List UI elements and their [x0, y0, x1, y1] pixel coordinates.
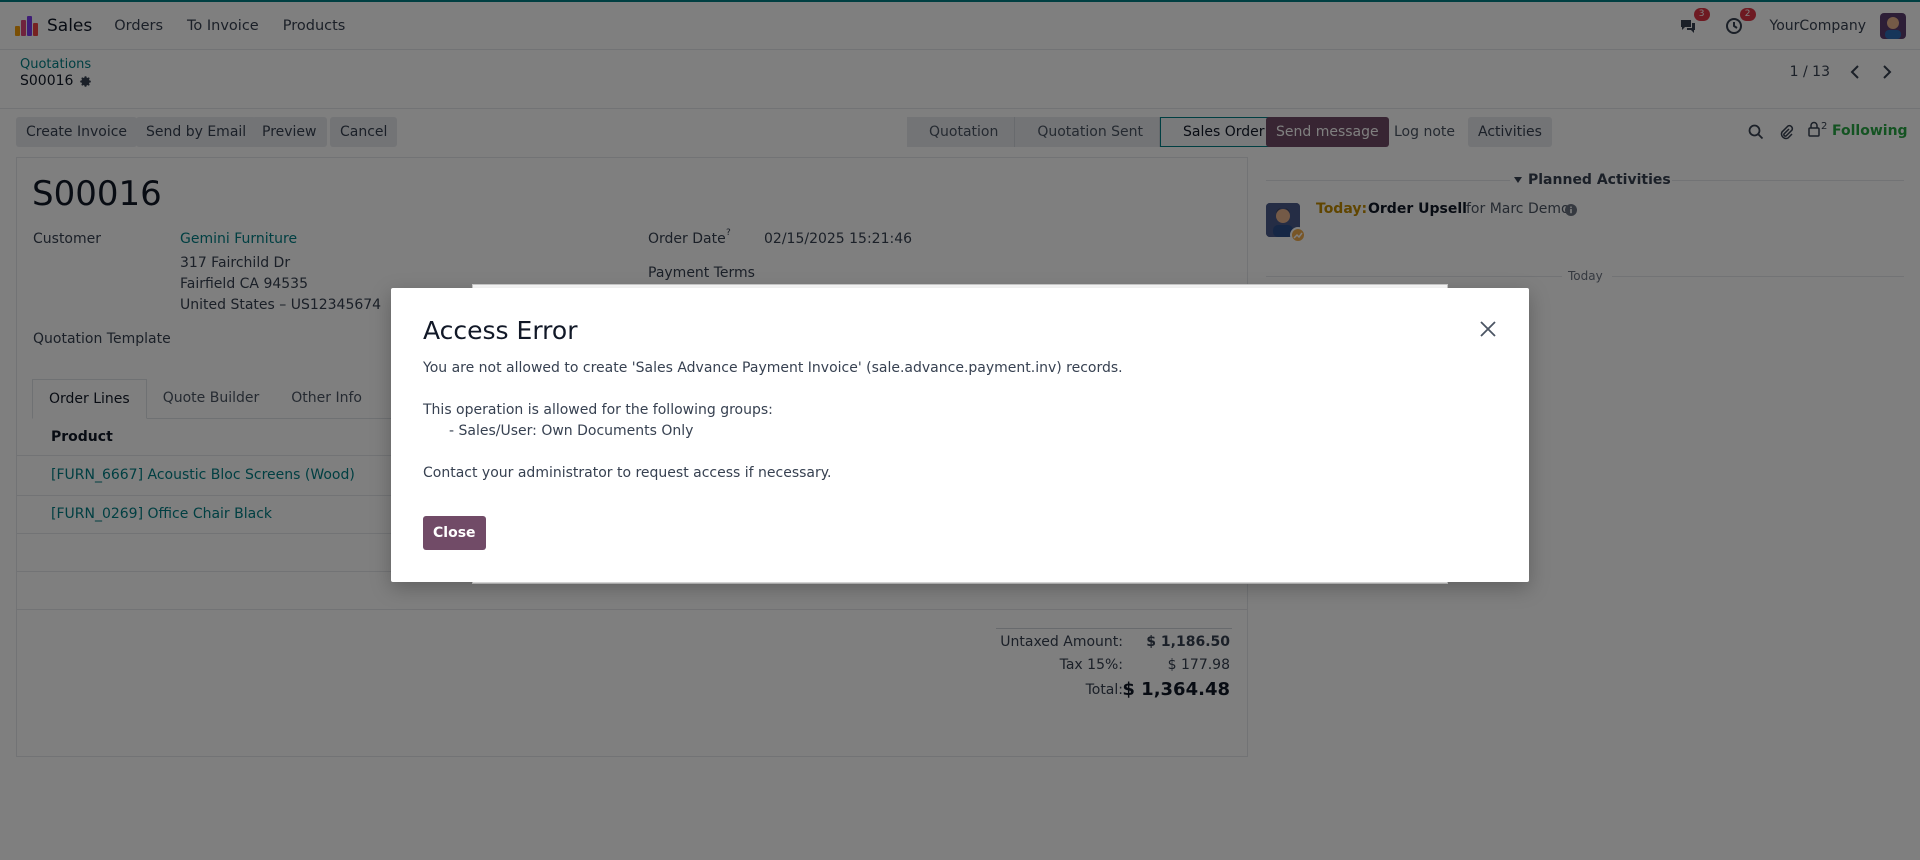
- dialog-close-button[interactable]: [1477, 318, 1499, 340]
- access-error-dialog: Access Error You are not allowed to crea…: [391, 288, 1529, 582]
- contact-admin-line: Contact your administrator to request ac…: [423, 465, 832, 481]
- dialog-body: You are not allowed to create 'Sales Adv…: [423, 358, 1123, 484]
- close-button[interactable]: Close: [423, 516, 486, 550]
- dialog-title: Access Error: [423, 316, 578, 345]
- allowed-group-item: - Sales/User: Own Documents Only: [449, 423, 694, 439]
- error-message-line: You are not allowed to create 'Sales Adv…: [423, 360, 1123, 376]
- allowed-groups-intro: This operation is allowed for the follow…: [423, 402, 773, 418]
- close-icon: [1480, 321, 1496, 337]
